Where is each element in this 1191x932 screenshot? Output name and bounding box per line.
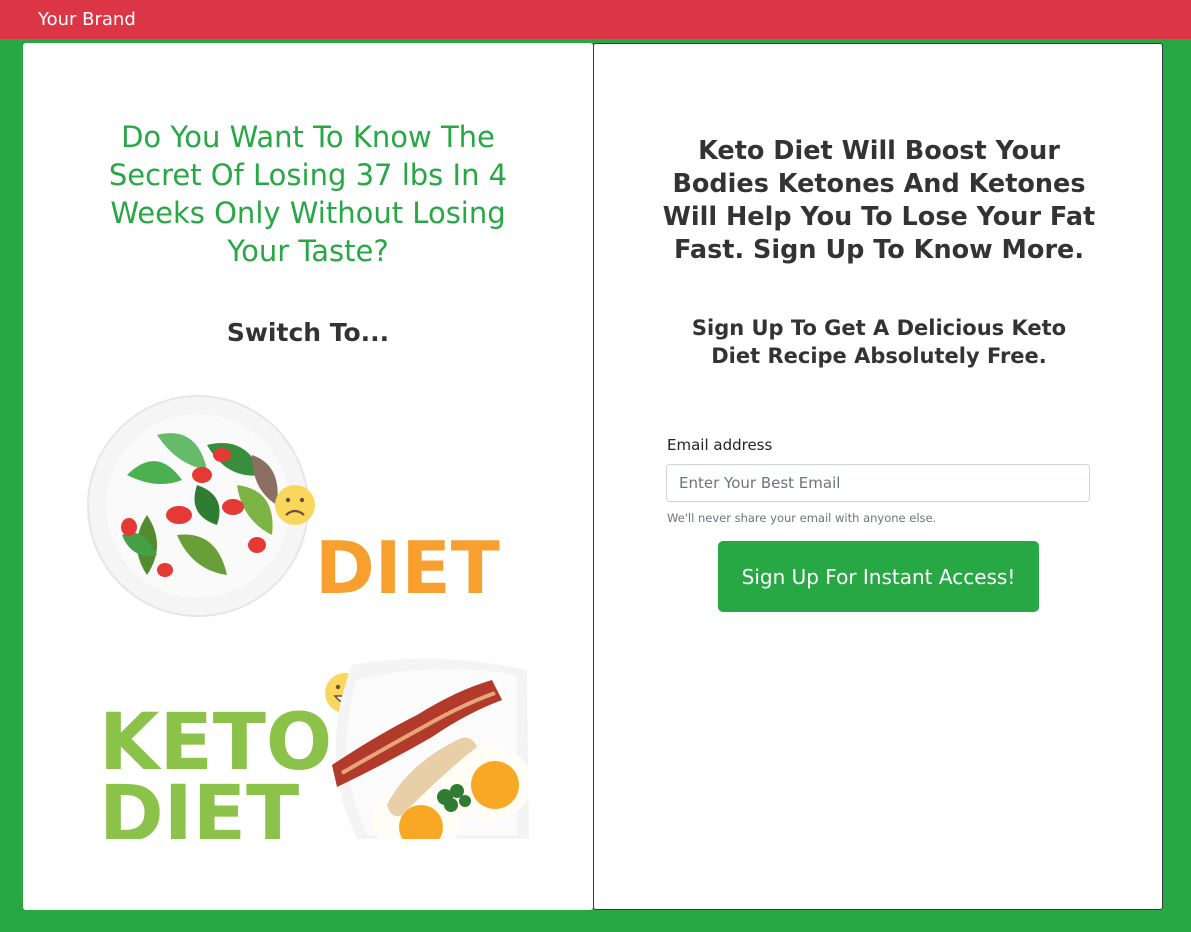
left-headline: Do You Want To Know The Secret Of Losing… bbox=[108, 120, 508, 268]
left-panel: Do You Want To Know The Secret Of Losing… bbox=[23, 43, 593, 910]
diet-word: DIET bbox=[315, 526, 500, 610]
right-headline: Keto Diet Will Boost Your Bodies Ketones… bbox=[662, 136, 1096, 265]
email-field[interactable] bbox=[666, 464, 1090, 502]
salad-plate bbox=[87, 395, 309, 617]
navbar: Your Brand bbox=[0, 0, 1191, 39]
right-panel: Keto Diet Will Boost Your Bodies Ketones… bbox=[593, 43, 1163, 910]
signup-button[interactable]: Sign Up For Instant Access! bbox=[718, 541, 1039, 612]
keto-diet-word: DIET bbox=[99, 770, 299, 839]
brand-link[interactable]: Your Brand bbox=[38, 9, 136, 30]
sad-face-icon bbox=[275, 485, 315, 525]
switch-heading: Switch To... bbox=[226, 318, 390, 347]
keto-vs-diet-image: DIET KETO DIET bbox=[87, 395, 529, 839]
right-subheadline: Sign Up To Get A Delicious Keto Diet Rec… bbox=[691, 316, 1067, 368]
email-label: Email address bbox=[667, 436, 773, 454]
email-help-text: We'll never share your email with anyone… bbox=[667, 511, 937, 525]
breakfast-plate bbox=[332, 658, 529, 839]
